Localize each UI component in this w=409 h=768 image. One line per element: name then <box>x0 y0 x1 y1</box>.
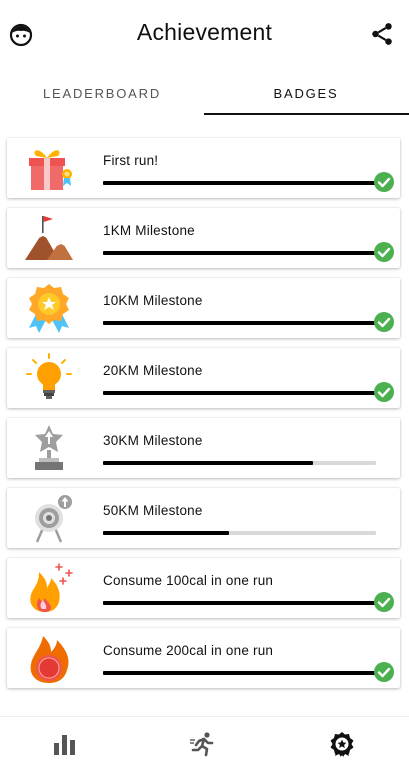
progress-bar <box>103 251 376 255</box>
progress-fill <box>103 461 314 465</box>
tab-bar: LEADERBOARD BADGES <box>0 70 409 116</box>
bar-chart-icon[interactable] <box>52 731 78 757</box>
progress-fill <box>103 531 229 535</box>
badge-card-100cal[interactable]: Consume 100cal in one run <box>7 558 400 618</box>
progress-bar <box>103 531 376 535</box>
progress-fill <box>103 181 376 185</box>
badge-card-30km[interactable]: 30KM Milestone <box>7 418 400 478</box>
runner-icon[interactable] <box>190 731 216 757</box>
lightbulb-icon <box>26 353 72 399</box>
badge-label: 20KM Milestone <box>103 363 203 378</box>
badge-label: Consume 200cal in one run <box>103 643 274 658</box>
app-bar: Achievement <box>0 0 409 70</box>
progress-bar <box>103 671 376 675</box>
progress-bar <box>103 601 376 605</box>
badge-label: 50KM Milestone <box>103 503 203 518</box>
progress-fill <box>103 671 376 675</box>
target-icon <box>35 495 72 543</box>
share-icon[interactable] <box>369 21 395 47</box>
tab-badges[interactable]: BADGES <box>204 70 408 116</box>
gift-icon <box>29 150 72 190</box>
progress-bar <box>103 391 376 395</box>
check-circle-icon <box>374 662 394 682</box>
progress-fill <box>103 601 376 605</box>
kcal-flame-icon <box>30 636 69 683</box>
badge-card-1km[interactable]: 1KM Milestone <box>7 208 400 268</box>
progress-fill <box>103 321 376 325</box>
badge-label: Consume 100cal in one run <box>103 573 274 588</box>
progress-bar <box>103 181 376 185</box>
check-circle-icon <box>374 382 394 402</box>
badge-card-20km[interactable]: 20KM Milestone <box>7 348 400 408</box>
trophy-star-icon <box>35 425 63 470</box>
progress-fill <box>103 251 376 255</box>
fire-icon <box>30 563 73 612</box>
progress-bar <box>103 461 376 465</box>
progress-bar <box>103 321 376 325</box>
badge-label: 30KM Milestone <box>103 433 203 448</box>
medal-icon <box>29 284 69 333</box>
check-circle-icon <box>374 312 394 332</box>
badge-card-10km[interactable]: 10KM Milestone <box>7 278 400 338</box>
bottom-navigation <box>0 716 409 768</box>
badge-card-50km[interactable]: 50KM Milestone <box>7 488 400 548</box>
check-circle-icon <box>374 172 394 192</box>
badge-label: 1KM Milestone <box>103 223 195 238</box>
badge-card-200cal[interactable]: Consume 200cal in one run <box>7 628 400 688</box>
check-circle-icon <box>374 592 394 612</box>
tab-leaderboard[interactable]: LEADERBOARD <box>0 70 204 116</box>
page-title: Achievement <box>136 19 273 45</box>
badge-card-first-run[interactable]: First run! <box>7 138 400 198</box>
check-circle-icon <box>374 242 394 262</box>
mountain-flag-icon <box>25 216 73 260</box>
badge-award-icon[interactable] <box>329 731 355 757</box>
badge-label: First run! <box>103 153 159 168</box>
tab-indicator <box>204 113 409 115</box>
badge-label: 10KM Milestone <box>103 293 203 308</box>
progress-fill <box>103 391 376 395</box>
